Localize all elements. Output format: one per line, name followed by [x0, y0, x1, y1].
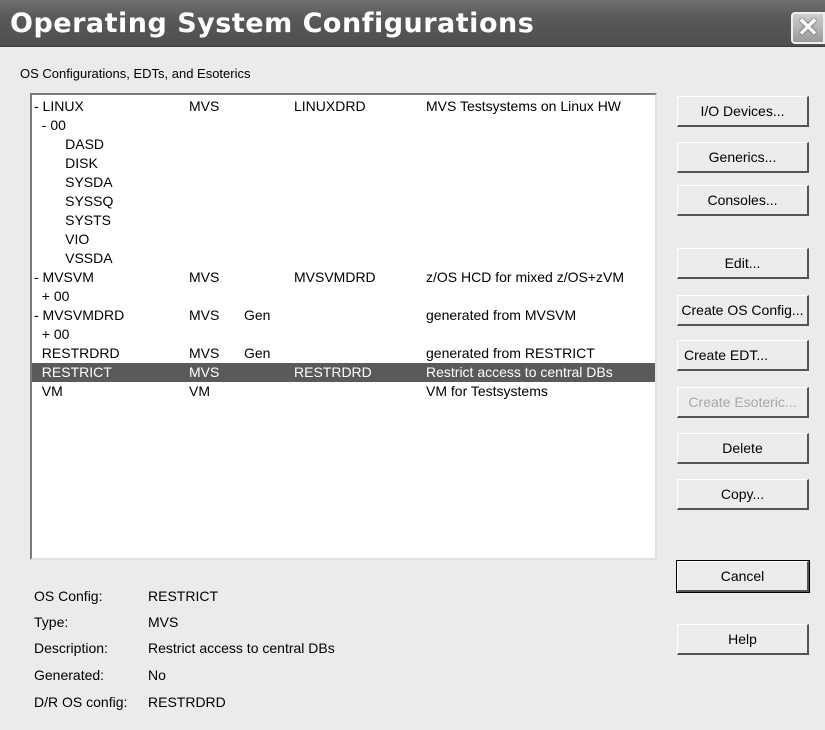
list-item-name: - MVSVMDRD: [34, 307, 125, 323]
generated-label: Generated:: [34, 667, 105, 683]
list-item-name: SYSTS: [34, 212, 112, 228]
list-item-type: MVS: [189, 345, 220, 361]
list-item-name: VSSDA: [34, 250, 113, 266]
edit-button[interactable]: Edit...: [677, 248, 809, 279]
list-item-name: + 00: [34, 326, 70, 342]
list-item[interactable]: - LINUX MVS LINUXDRD MVS Testsystems on Lin…: [32, 97, 655, 116]
dr-os-config-value: RESTRDRD: [148, 694, 226, 710]
title-bar: Operating System Configurations ✕: [0, 0, 825, 47]
list-item[interactable]: RESTRDRD MVS Gen generated from RESTRICT: [32, 344, 655, 363]
list-item-type: VM: [189, 383, 210, 399]
consoles-button[interactable]: Consoles...: [677, 185, 809, 216]
list-item[interactable]: + 00: [32, 325, 655, 344]
generated-value: No: [148, 667, 166, 683]
type-value: MVS: [148, 614, 179, 630]
list-item[interactable]: - MVSVM MVS MVSVMDRD z/OS HCD for mixed z/O…: [32, 268, 655, 287]
create-os-config-button[interactable]: Create OS Config...: [677, 295, 809, 326]
dr-os-config-label: D/R OS config:: [34, 694, 128, 710]
io-devices-button[interactable]: I/O Devices...: [677, 96, 809, 127]
list-item[interactable]: SYSDA: [32, 173, 655, 192]
list-item-type: MVS: [189, 269, 220, 285]
list-item-generated: Gen: [244, 307, 271, 323]
list-item[interactable]: SYSTS: [32, 211, 655, 230]
list-item-name: SYSDA: [34, 174, 113, 190]
list-item-name: - 00: [34, 117, 66, 133]
list-item-name: DISK: [34, 155, 98, 171]
list-item[interactable]: VIO: [32, 230, 655, 249]
list-item-generated: Gen: [244, 345, 271, 361]
list-item[interactable]: + 00: [32, 287, 655, 306]
list-item-dr-config: RESTRDRD: [294, 364, 372, 380]
list-item[interactable]: - 00: [32, 116, 655, 135]
create-edt-button[interactable]: Create EDT...: [677, 340, 809, 371]
list-item[interactable]: SYSSQ: [32, 192, 655, 211]
close-icon[interactable]: ✕: [791, 12, 825, 44]
window-title: Operating System Configurations: [10, 8, 535, 39]
list-item-name: VM: [34, 383, 63, 399]
create-esoteric-button: Create Esoteric...: [677, 387, 809, 418]
type-label: Type:: [34, 614, 69, 630]
list-item[interactable]: VSSDA: [32, 249, 655, 268]
list-item-description: generated from MVSVM: [426, 307, 577, 323]
list-item-type: MVS: [189, 98, 220, 114]
copy-button[interactable]: Copy...: [677, 479, 809, 510]
list-item-name: DASD: [34, 136, 105, 152]
list-item-name: SYSSQ: [34, 193, 114, 209]
description-value: Restrict access to central DBs: [148, 640, 335, 656]
os-config-label: OS Config:: [34, 588, 103, 604]
description-label: Description:: [34, 640, 108, 656]
list-item-description: MVS Testsystems on Linux HW: [426, 98, 622, 114]
delete-button[interactable]: Delete: [677, 433, 809, 464]
list-item-name: VIO: [34, 231, 90, 247]
list-item-description: VM for Testsystems: [426, 383, 548, 399]
help-button[interactable]: Help: [677, 624, 809, 655]
list-item[interactable]: DASD: [32, 135, 655, 154]
list-item[interactable]: VM VM VM for Testsystems: [32, 382, 655, 401]
list-item-description: generated from RESTRICT: [426, 345, 595, 361]
list-item-name: - LINUX: [34, 98, 84, 114]
list-group-label: OS Configurations, EDTs, and Esoterics: [20, 66, 251, 81]
os-config-listbox[interactable]: - LINUX MVS LINUXDRD MVS Testsystems on Lin…: [30, 93, 657, 560]
generics-button[interactable]: Generics...: [677, 142, 809, 173]
list-item-description: z/OS HCD for mixed z/OS+zVM: [426, 269, 624, 285]
list-item-name: + 00: [34, 288, 70, 304]
list-item-name: RESTRICT: [34, 364, 112, 380]
list-item-type: MVS: [189, 307, 220, 323]
list-item-type: MVS: [189, 364, 220, 380]
list-item-name: RESTRDRD: [34, 345, 120, 361]
list-item-description: Restrict access to central DBs: [426, 364, 613, 380]
cancel-button[interactable]: Cancel: [676, 560, 810, 593]
list-item[interactable]: DISK: [32, 154, 655, 173]
os-config-value: RESTRICT: [148, 588, 218, 604]
list-item-name: - MVSVM: [34, 269, 94, 285]
list-item[interactable]: - MVSVMDRD MVS Gen generated from MVSVM: [32, 306, 655, 325]
list-item[interactable]: RESTRICT MVS RESTRDRD Restrict access to ce…: [32, 363, 655, 382]
list-item-dr-config: MVSVMDRD: [294, 269, 376, 285]
list-item-dr-config: LINUXDRD: [294, 98, 366, 114]
